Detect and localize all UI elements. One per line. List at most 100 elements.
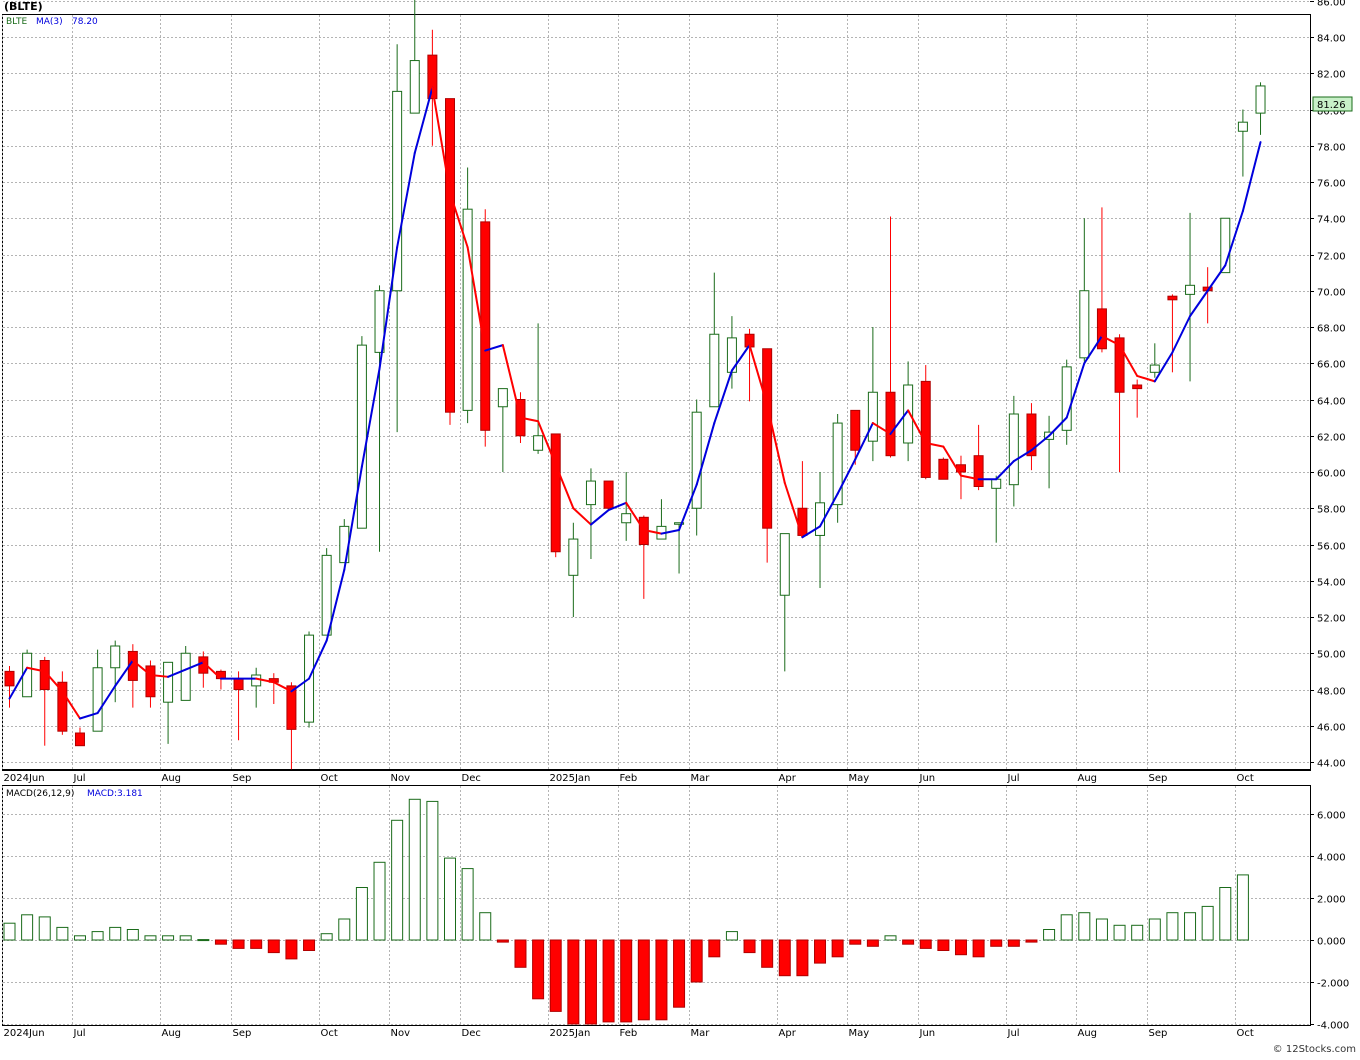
price-tick-label: 52.00 — [1317, 614, 1346, 625]
macd-bar-positive — [73, 935, 86, 941]
last-price-box: 81.26 — [1312, 96, 1353, 112]
macd-bar-negative — [620, 939, 633, 1023]
macd-bar-positive — [1043, 929, 1056, 941]
price-tick-label: 50.00 — [1317, 650, 1346, 661]
price-tick-label: 76.00 — [1317, 179, 1346, 190]
candle-body-up — [568, 538, 579, 576]
candle-body-up — [163, 661, 174, 703]
candle-body-down — [445, 98, 455, 413]
candle-body-down — [550, 433, 561, 553]
candle-body-down — [480, 221, 491, 431]
macd-bar-negative — [655, 939, 668, 1021]
macd-bar-negative — [1007, 939, 1020, 947]
candle-body-up — [180, 652, 191, 701]
legend-ma-label: MA(3) — [36, 17, 63, 27]
macd-tick-label: -2.000 — [1317, 979, 1349, 990]
month-label: Feb — [620, 773, 638, 784]
month-label: Oct — [1237, 1028, 1254, 1039]
candle-body-down — [1132, 384, 1143, 390]
month-label: Mar — [691, 773, 711, 784]
candle-body-down — [1167, 295, 1178, 301]
macd-bar-positive — [725, 931, 738, 941]
stock-chart: (BLTE) 44.00 46.00 48.00 50.00 52.00 54.00 56.… — [0, 0, 1360, 1056]
macd-bar-positive — [38, 916, 51, 941]
macd-tick-label: 0.000 — [1317, 937, 1346, 948]
month-label: Aug — [1078, 773, 1098, 784]
candle-body-up — [1008, 413, 1019, 486]
macd-bar-negative — [866, 939, 879, 947]
legend-macd-value: MACD:3.181 — [87, 789, 143, 799]
macd-bar-positive — [56, 926, 69, 941]
price-tick-label: 74.00 — [1317, 215, 1346, 226]
macd-bar-positive — [426, 800, 439, 941]
candle-body-up — [533, 435, 544, 451]
macd-bar-negative — [937, 939, 950, 951]
macd-bar-positive — [91, 931, 104, 941]
candle-body-down — [938, 458, 949, 480]
month-label: Aug — [162, 773, 182, 784]
macd-bar-positive — [3, 922, 16, 941]
macd-tick-label: -4.000 — [1317, 1021, 1349, 1032]
macd-bar-positive — [479, 912, 492, 941]
candle-body-down — [145, 665, 156, 698]
macd-bar-negative — [902, 939, 915, 945]
month-label: Dec — [462, 1028, 481, 1039]
month-label: 2024Jun — [4, 1028, 45, 1039]
month-axis-bottom: 2024Jun Jul Aug Sep Oct Nov Dec 2025Jan Feb Mar Ap… — [4, 1028, 1254, 1039]
macd-bar-negative — [567, 939, 580, 1025]
macd-bar-negative — [796, 939, 809, 977]
month-label: 2025Jan — [550, 1028, 591, 1039]
macd-bar-negative — [584, 939, 597, 1025]
month-label: 2025Jan — [550, 773, 591, 784]
macd-bar-negative — [549, 939, 562, 1012]
last-price-label: 81.26 — [1317, 100, 1346, 111]
price-tick-label: 78.00 — [1317, 143, 1346, 154]
watermark: © 12Stocks.com — [1273, 1044, 1356, 1055]
candle-body-up — [709, 333, 720, 408]
macd-bar-negative — [285, 939, 298, 960]
candle-body-down — [973, 455, 984, 487]
candle-body-up — [779, 533, 790, 596]
macd-bar-positive — [21, 914, 34, 941]
candle-body-up — [251, 674, 262, 687]
macd-bar-negative — [232, 939, 245, 949]
candle-body-up — [110, 645, 121, 669]
macd-bar-negative — [496, 939, 509, 943]
month-axis-top: 2024Jun Jul Aug Sep Oct Nov Dec 2025Jan Feb Mar Ap… — [3, 769, 1310, 784]
price-tick-label: 64.00 — [1317, 397, 1346, 408]
macd-tick-label: 2.000 — [1317, 895, 1346, 906]
macd-bar-positive — [461, 868, 474, 941]
month-label: Oct — [321, 1028, 338, 1039]
macd-bar-positive — [1113, 924, 1126, 941]
month-label: Jun — [919, 1028, 936, 1039]
candle-body-up — [1255, 85, 1266, 114]
candle-body-up — [92, 667, 103, 732]
macd-bar-positive — [1219, 887, 1232, 941]
month-label: Jul — [1007, 1028, 1020, 1039]
candle-body-down — [920, 380, 931, 478]
candle-body-down — [603, 480, 614, 509]
candle-body-up — [356, 344, 367, 529]
month-label: Sep — [1149, 773, 1168, 784]
macd-bar-negative — [761, 939, 774, 968]
candle-body-down — [233, 678, 244, 690]
macd-bar-negative — [919, 939, 932, 949]
month-label: 2024Jun — [4, 773, 45, 784]
macd-axis: -4.000 -2.000 0.000 2.000 4.000 6.000 — [1310, 811, 1349, 1032]
macd-bar-positive — [1201, 905, 1214, 941]
macd-tick-label: 4.000 — [1317, 853, 1346, 864]
macd-bar-negative — [743, 939, 756, 954]
price-tick-label: 44.00 — [1317, 759, 1346, 770]
price-axis: 44.00 46.00 48.00 50.00 52.00 54.00 56.00 58.00… — [1310, 0, 1346, 770]
price-tick-label: 68.00 — [1317, 324, 1346, 335]
month-label: Sep — [1149, 1028, 1168, 1039]
candle-body-down — [57, 681, 68, 732]
macd-bar-positive — [126, 929, 139, 941]
macd-bar-positive — [179, 935, 192, 941]
macd-bar-positive — [1236, 874, 1249, 941]
macd-bar-positive — [1148, 918, 1161, 941]
month-label: Apr — [779, 1028, 797, 1039]
month-label: Oct — [1237, 773, 1254, 784]
macd-bar-positive — [144, 935, 157, 941]
month-label: Nov — [391, 773, 411, 784]
